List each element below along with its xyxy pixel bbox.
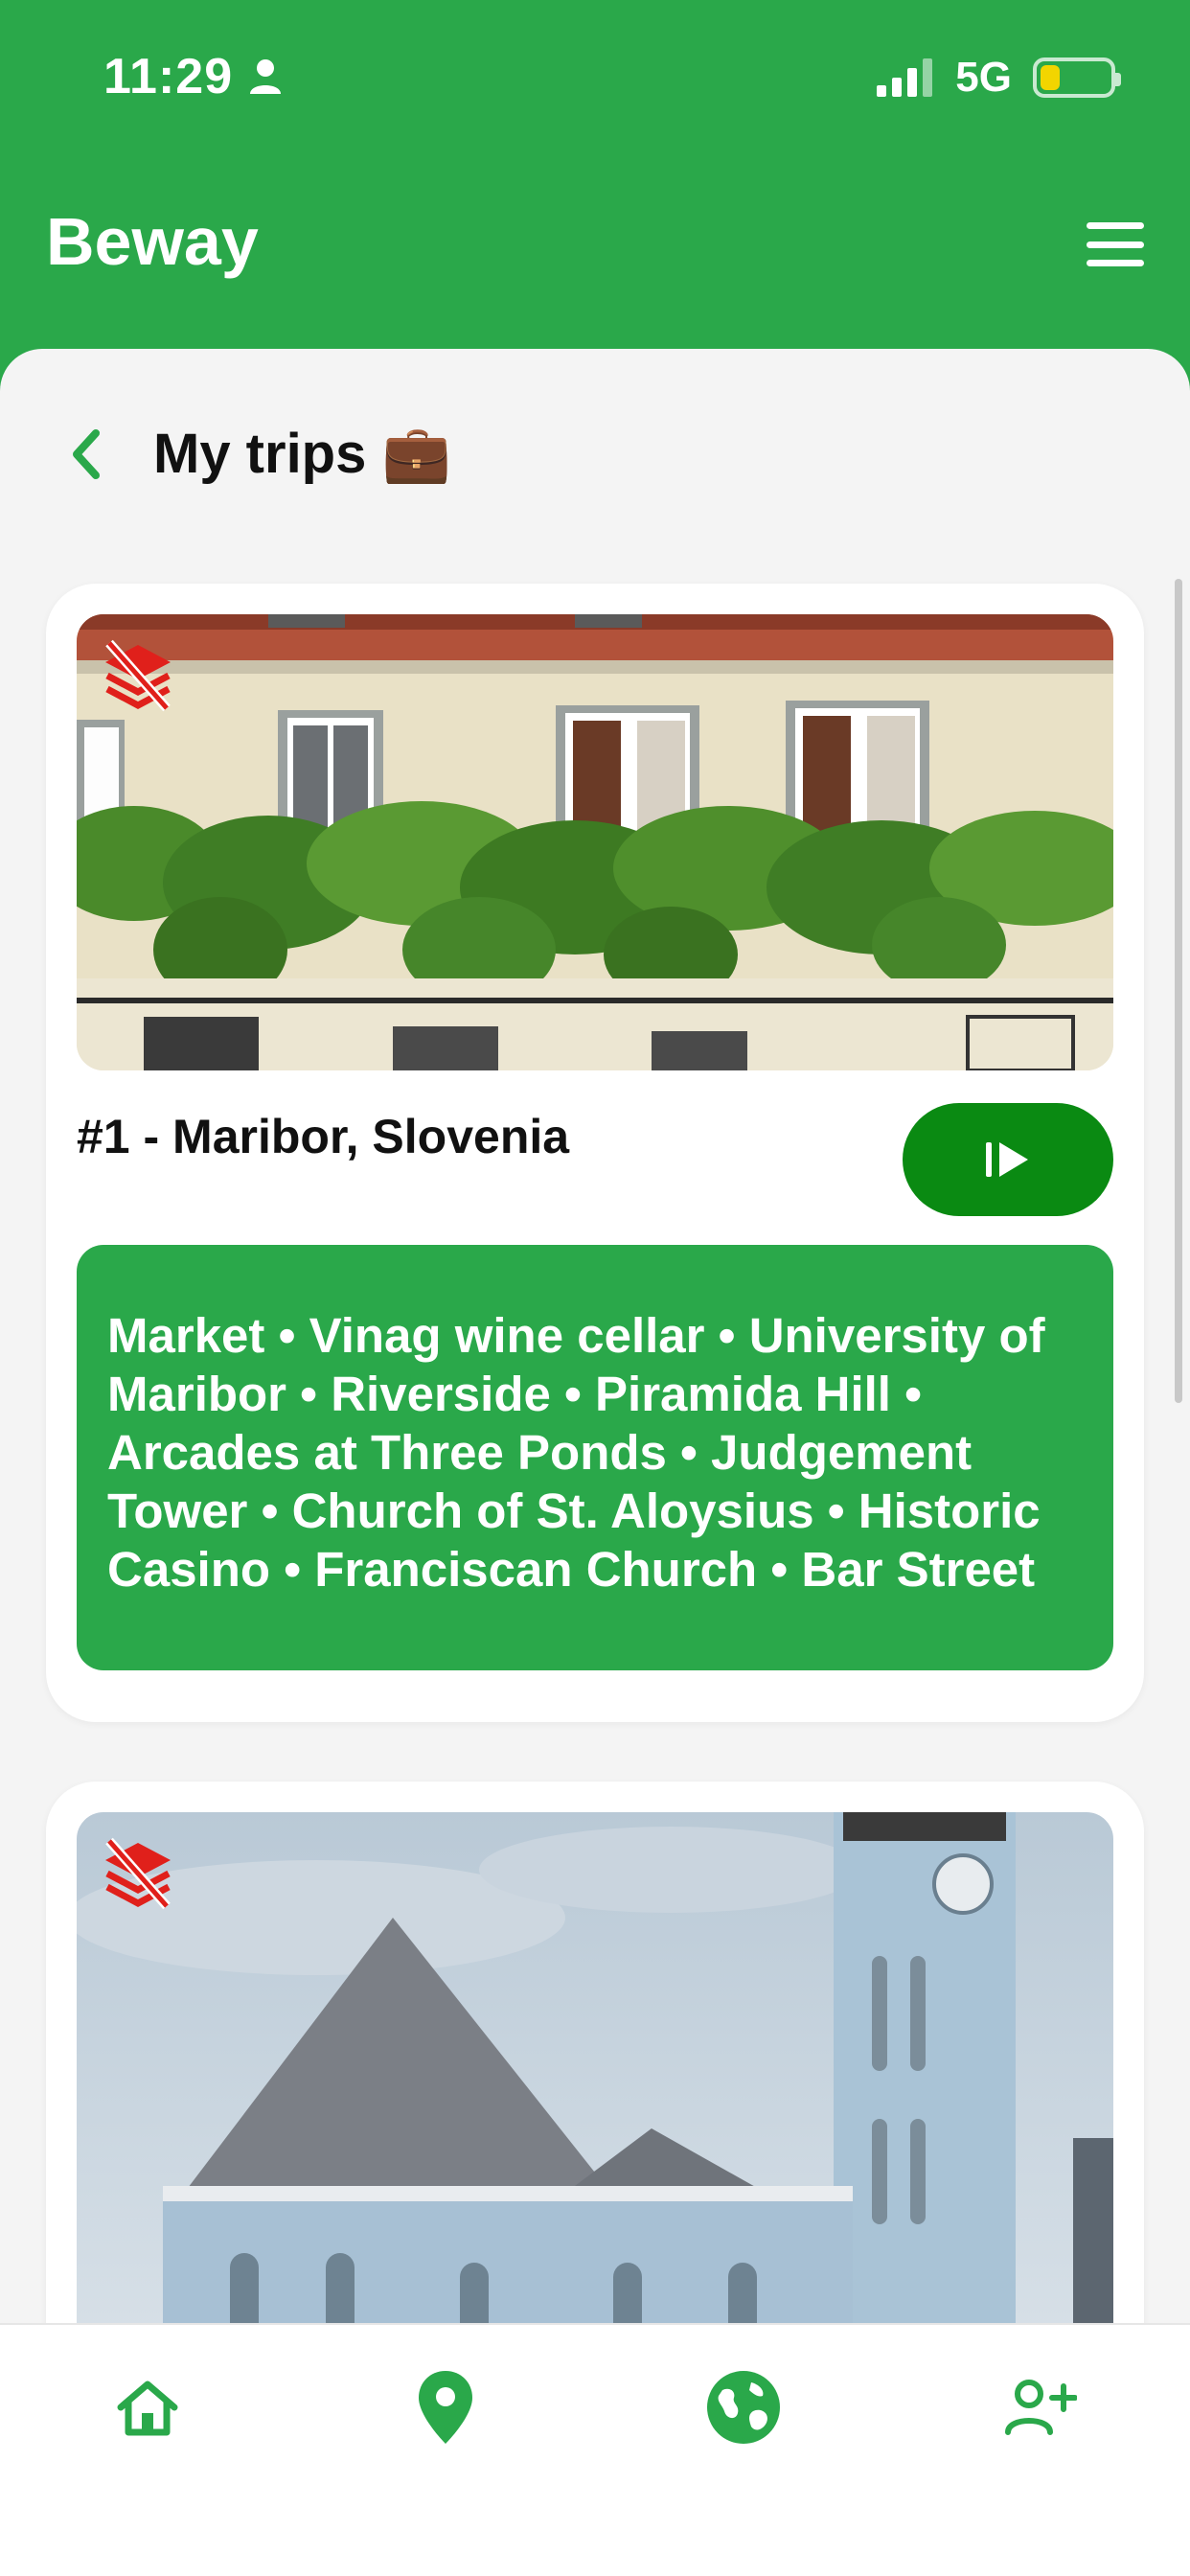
globe-icon [707,2371,780,2444]
start-trip-icon [986,1142,1028,1177]
content-sheet: My trips 💼 #1 - Maribor, Slovenia Market… [0,349,1190,2323]
network-type: 5G [955,54,1012,101]
start-trip-button[interactable] [903,1103,1113,1216]
layers-off-icon[interactable] [100,637,176,714]
trip-photo [77,614,1113,1070]
building-photo [77,614,1113,1070]
map-pin-icon [419,2371,472,2444]
status-indicators: 5G [877,54,1121,102]
status-time: 11:29 [103,48,283,105]
chevron-left-icon [73,429,100,479]
add-user-icon [1005,2380,1077,2435]
page-title: My trips 💼 [153,423,451,485]
app-header: 11:29 5G Beway [0,0,1190,402]
hamburger-menu-icon[interactable] [1087,222,1144,266]
nav-map-button[interactable] [398,2359,493,2455]
signal-icon [877,58,933,97]
app-title: Beway [46,204,259,279]
trip-card[interactable] [46,1782,1144,2323]
trip-title: #1 - Maribor, Slovenia [77,1110,570,1163]
battery-icon [1033,58,1121,98]
scrollbar[interactable] [1175,579,1182,1403]
status-time-text: 11:29 [103,49,234,104]
back-button[interactable] [67,421,115,488]
person-icon [250,59,282,94]
page-heading: My trips 💼 [67,406,451,502]
layers-off-icon[interactable] [100,1835,176,1912]
nav-home-button[interactable] [100,2359,195,2455]
nav-add-friend-button[interactable] [993,2359,1088,2455]
home-icon [117,2380,178,2436]
trip-places-box: Market • Vinag wine cellar • University … [77,1245,1113,1670]
church-photo [77,1812,1113,2323]
trip-card[interactable]: #1 - Maribor, Slovenia Market • Vinag wi… [46,584,1144,1722]
nav-explore-button[interactable] [696,2359,791,2455]
trip-photo [77,1812,1113,2323]
trip-places-list: Market • Vinag wine cellar • University … [107,1308,1045,1597]
bottom-navigation [0,2323,1190,2576]
